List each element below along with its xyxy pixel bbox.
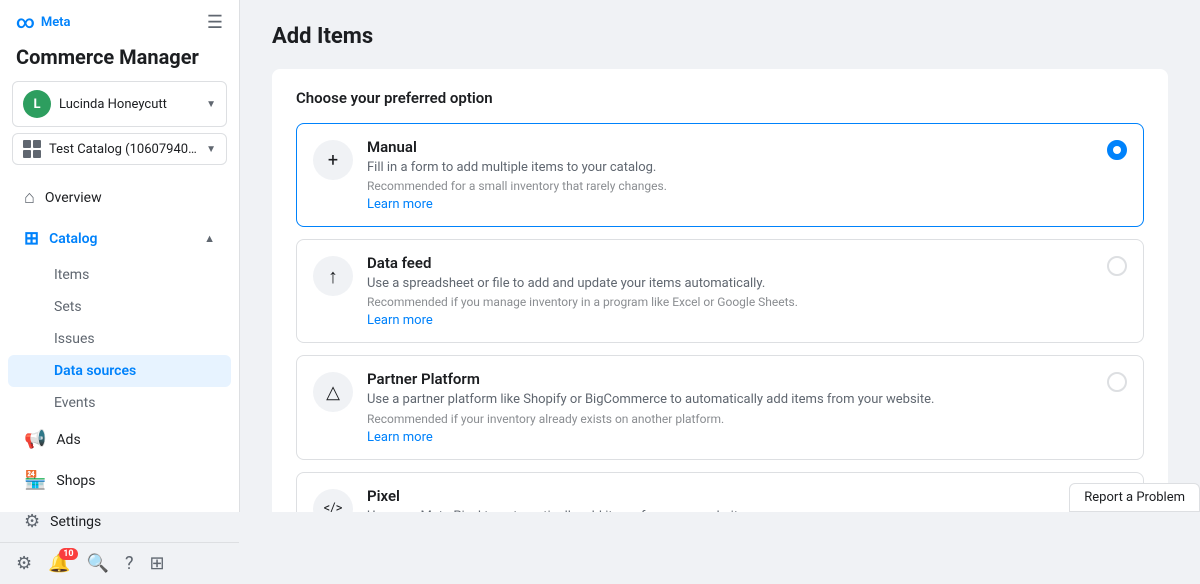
option-pixel-desc: Use your Meta Pixel to automatically add…	[367, 508, 1093, 512]
option-data-feed-desc: Use a spreadsheet or file to add and upd…	[367, 275, 1093, 293]
sidebar-bottom: ⚙ 🔔 10 🔍 ? ⊞	[0, 542, 239, 584]
home-icon: ⌂	[24, 187, 35, 208]
report-problem-button[interactable]: Report a Problem	[1069, 483, 1200, 512]
option-data-feed-link[interactable]: Learn more	[367, 313, 433, 328]
option-manual-content: Manual Fill in a form to add multiple it…	[367, 138, 1093, 212]
sidebar-item-label: Ads	[56, 432, 80, 448]
option-data-feed-rec: Recommended if you manage inventory in a…	[367, 295, 1093, 309]
avatar: L	[23, 90, 51, 118]
option-partner-platform-link[interactable]: Learn more	[367, 430, 433, 445]
pixel-icon: </>	[313, 489, 353, 512]
sidebar-item-label: Catalog	[49, 231, 97, 247]
option-manual-desc: Fill in a form to add multiple items to …	[367, 159, 1093, 177]
page-title: Add Items	[272, 24, 1168, 49]
sidebar-item-label: Settings	[50, 514, 101, 530]
catalog-selector[interactable]: Test Catalog (106079406783...) ▼	[12, 133, 227, 165]
sidebar-header: ∞ Meta ☰	[0, 0, 239, 45]
partner-platform-icon: △	[313, 372, 353, 412]
option-partner-platform-radio[interactable]	[1107, 372, 1127, 392]
help-icon[interactable]: ?	[125, 553, 134, 574]
sidebar-item-data-sources[interactable]: Data sources	[8, 355, 231, 387]
option-data-feed-radio[interactable]	[1107, 256, 1127, 276]
ads-icon: 📢	[24, 429, 46, 450]
sidebar: ∞ Meta ☰ Commerce Manager L Lucinda Hone…	[0, 0, 240, 512]
user-name: Lucinda Honeycutt	[59, 97, 198, 112]
sidebar-sub-label: Items	[54, 267, 89, 283]
sidebar-sub-label: Events	[54, 395, 95, 411]
notification-icon[interactable]: 🔔 10	[48, 553, 70, 574]
sidebar-item-sets[interactable]: Sets	[8, 291, 231, 323]
catalog-submenu: Items Sets Issues Data sources Events	[0, 259, 239, 419]
sidebar-item-events[interactable]: Events	[8, 387, 231, 419]
expand-icon[interactable]: ⊞	[150, 553, 165, 574]
sidebar-sub-label: Data sources	[54, 363, 136, 379]
option-data-feed[interactable]: ↑ Data feed Use a spreadsheet or file to…	[296, 239, 1144, 343]
notification-badge: 10	[59, 548, 77, 560]
option-manual-link[interactable]: Learn more	[367, 197, 433, 212]
option-manual[interactable]: + Manual Fill in a form to add multiple …	[296, 123, 1144, 227]
data-feed-icon: ↑	[313, 256, 353, 296]
option-partner-platform-rec: Recommended if your inventory already ex…	[367, 412, 1093, 426]
shops-icon: 🏪	[24, 470, 46, 491]
meta-logo-icon: ∞	[16, 12, 35, 33]
chevron-up-icon: ▲	[204, 232, 215, 245]
chevron-down-icon: ▼	[206, 99, 216, 110]
search-icon[interactable]: 🔍	[87, 553, 109, 574]
sidebar-item-settings[interactable]: ⚙ Settings	[8, 501, 231, 542]
hamburger-button[interactable]: ☰	[207, 12, 223, 33]
option-partner-platform[interactable]: △ Partner Platform Use a partner platfor…	[296, 355, 1144, 459]
app-title: Commerce Manager	[0, 45, 239, 81]
option-data-feed-title: Data feed	[367, 254, 1093, 272]
card-subtitle: Choose your preferred option	[296, 89, 1144, 107]
meta-logo-text: Meta	[41, 15, 71, 30]
option-data-feed-content: Data feed Use a spreadsheet or file to a…	[367, 254, 1093, 328]
option-partner-platform-content: Partner Platform Use a partner platform …	[367, 370, 1093, 444]
option-pixel-content: Pixel Use your Meta Pixel to automatical…	[367, 487, 1093, 512]
option-manual-title: Manual	[367, 138, 1093, 156]
option-pixel[interactable]: </> Pixel Use your Meta Pixel to automat…	[296, 472, 1144, 512]
option-partner-platform-title: Partner Platform	[367, 370, 1093, 388]
sidebar-item-label: Shops	[56, 473, 95, 489]
option-manual-radio[interactable]	[1107, 140, 1127, 160]
main-content: Add Items Choose your preferred option +…	[240, 0, 1200, 512]
sidebar-item-overview[interactable]: ⌂ Overview	[8, 177, 231, 218]
sidebar-item-shops[interactable]: 🏪 Shops	[8, 460, 231, 501]
user-selector[interactable]: L Lucinda Honeycutt ▼	[12, 81, 227, 127]
gear-icon[interactable]: ⚙	[16, 553, 32, 574]
manual-icon: +	[313, 140, 353, 180]
grid-icon	[23, 140, 41, 158]
settings-icon: ⚙	[24, 511, 40, 532]
chevron-down-icon: ▼	[206, 144, 216, 155]
sidebar-item-label: Overview	[45, 190, 102, 206]
sidebar-item-catalog[interactable]: ⊞ Catalog ▲	[8, 218, 231, 259]
meta-logo: ∞ Meta	[16, 12, 71, 33]
sidebar-item-ads[interactable]: 📢 Ads	[8, 419, 231, 460]
sidebar-item-items[interactable]: Items	[8, 259, 231, 291]
option-partner-platform-desc: Use a partner platform like Shopify or B…	[367, 391, 1093, 409]
sidebar-item-issues[interactable]: Issues	[8, 323, 231, 355]
option-manual-rec: Recommended for a small inventory that r…	[367, 179, 1093, 193]
catalog-icon: ⊞	[24, 228, 39, 249]
catalog-name: Test Catalog (106079406783...)	[49, 142, 198, 157]
option-pixel-title: Pixel	[367, 487, 1093, 505]
sidebar-sub-label: Issues	[54, 331, 95, 347]
sidebar-sub-label: Sets	[54, 299, 82, 315]
options-card: Choose your preferred option + Manual Fi…	[272, 69, 1168, 512]
